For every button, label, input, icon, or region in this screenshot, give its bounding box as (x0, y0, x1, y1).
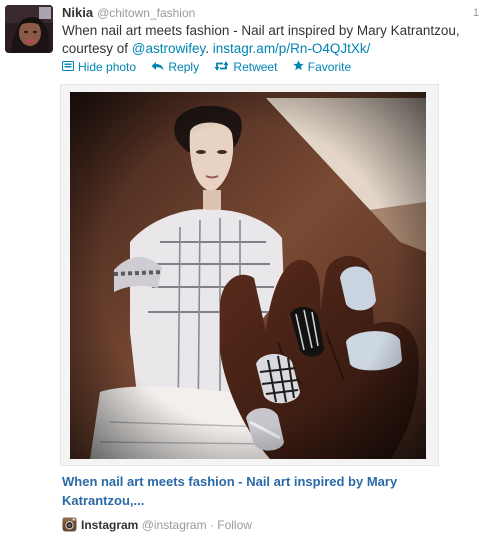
tweet-header: Nikia @chitown_fashion 1 (62, 4, 479, 22)
reply-button[interactable]: Reply (151, 58, 199, 77)
photo-icon (62, 59, 74, 77)
mention-link[interactable]: @astrowifey (132, 41, 205, 56)
reply-arrow-icon (151, 59, 164, 77)
author-avatar[interactable] (5, 5, 53, 53)
instagram-url-link[interactable]: instagr.am/p/Rn-O4QJtXk/ (213, 41, 371, 56)
media-link-title[interactable]: When nail art meets fashion - Nail art i… (62, 472, 472, 510)
tweet-punctuation: . (205, 41, 213, 56)
tweet-actions: Hide photo Reply Retweet Favorite (62, 58, 363, 77)
tweet-timestamp[interactable]: 1 (473, 4, 479, 22)
retweet-button[interactable]: Retweet (214, 58, 277, 77)
reply-label: Reply (168, 60, 200, 74)
star-icon (293, 59, 304, 77)
instagram-photo[interactable] (70, 92, 426, 459)
media-card (60, 84, 439, 466)
separator-dot: · (209, 518, 214, 532)
author-handle[interactable]: @chitown_fashion (97, 6, 195, 20)
hide-photo-button[interactable]: Hide photo (62, 58, 136, 77)
favorite-button[interactable]: Favorite (293, 58, 351, 77)
favorite-label: Favorite (307, 60, 352, 74)
hide-photo-label: Hide photo (78, 60, 137, 74)
retweet-icon (214, 59, 229, 77)
instagram-icon (62, 517, 77, 536)
follow-link[interactable]: Follow (217, 518, 252, 532)
media-source: Instagram @instagram · Follow (62, 517, 252, 536)
author-name[interactable]: Nikia (62, 5, 93, 20)
retweet-label: Retweet (233, 60, 278, 74)
source-handle[interactable]: @instagram (142, 518, 207, 532)
source-name[interactable]: Instagram (81, 518, 138, 532)
tweet-text: When nail art meets fashion - Nail art i… (62, 22, 480, 58)
